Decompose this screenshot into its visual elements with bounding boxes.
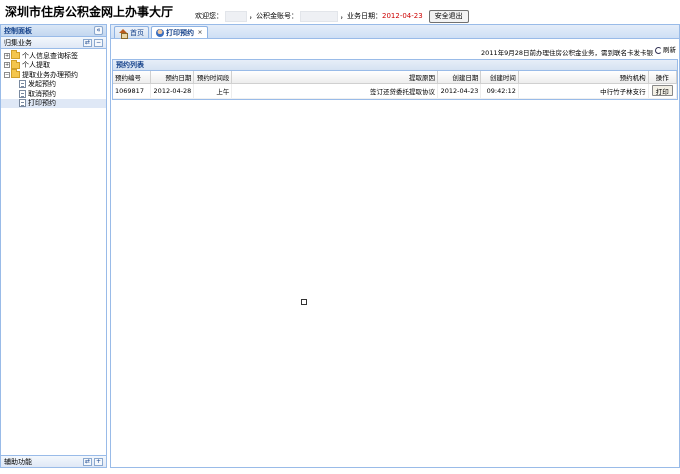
auxiliary-title: 辅助功能 xyxy=(4,457,32,466)
column-header[interactable]: 预约机构 xyxy=(518,71,649,84)
tab-label: 首页 xyxy=(130,28,144,37)
cell-action: 打印 xyxy=(648,83,678,99)
column-header[interactable]: 创建日期 xyxy=(437,71,482,84)
page-header: 深圳市住房公积金网上办事大厅 欢迎您： ，公积金账号： ，业务日期： 2012-… xyxy=(0,0,680,24)
account-label: ，公积金账号： xyxy=(249,12,298,20)
main-panel: 首页 打印预约 × 2011年9月28日前办理住房公积金业务，需到联名卡发卡银 … xyxy=(110,24,680,468)
cell-branch: 中行竹子林支行 xyxy=(518,83,649,99)
control-panel-title: 控制面板 xyxy=(4,26,32,35)
tree-item-withdrawal-appointment[interactable]: − 提取业务办理预约 xyxy=(1,69,106,80)
grid-title: 预约列表 xyxy=(113,60,677,71)
control-panel-header: 控制面板 « xyxy=(1,25,106,37)
collapse-sidebar-icon[interactable]: « xyxy=(94,26,103,35)
folder-open-icon xyxy=(11,69,20,79)
refresh-section-icon[interactable]: ⇄ xyxy=(83,457,92,466)
folder-icon xyxy=(11,50,20,60)
collapse-icon[interactable]: − xyxy=(4,71,10,78)
expand-section-icon[interactable]: + xyxy=(94,457,103,466)
tree-item-label: 取消预约 xyxy=(28,89,56,98)
cell-created-date: 2012-04-23 xyxy=(437,83,482,99)
column-header[interactable]: 预约时间段 xyxy=(193,71,233,84)
auxiliary-functions-header[interactable]: 辅助功能 ⇄ + xyxy=(1,455,106,467)
refresh-button[interactable]: 刷新 xyxy=(655,44,676,54)
tab-home[interactable]: 首页 xyxy=(114,26,149,39)
sidebar: 控制面板 « 归集业务 ⇄ − + 个人信息查询标签 + 个人提取 − 提取业务… xyxy=(0,24,107,468)
cell-appointment-period: 上午 xyxy=(193,83,233,99)
logout-button[interactable]: 安全退出 xyxy=(428,9,469,23)
tab-label: 打印预约 xyxy=(166,28,194,37)
app-title: 深圳市住房公积金网上办事大厅 xyxy=(5,5,174,19)
tree-item-label: 发起预约 xyxy=(28,80,56,89)
home-icon xyxy=(119,28,128,39)
column-header[interactable]: 预约编号 xyxy=(113,71,151,84)
document-icon xyxy=(19,99,26,108)
business-date-value: 2012-04-23 xyxy=(382,12,423,20)
table-header-row: 预约编号 预约日期 预约时间段 提取原因 创建日期 创建时间 预约机构 操作 xyxy=(113,71,678,84)
expand-icon[interactable]: + xyxy=(4,62,10,69)
tree-item-label: 打印预约 xyxy=(28,99,56,108)
cell-created-time: 09:42:12 xyxy=(480,83,519,99)
section-title: 归集业务 xyxy=(4,38,32,47)
print-button[interactable]: 打印 xyxy=(651,85,673,96)
tree-item-label: 个人信息查询标签 xyxy=(22,51,78,60)
account-number-value xyxy=(300,10,338,22)
tab-print-appointment[interactable]: 打印预约 × xyxy=(151,26,208,38)
tree-item-label: 提取业务办理预约 xyxy=(22,70,78,79)
cell-appointment-id: 1069817 xyxy=(113,83,151,99)
tree-item-start-appointment[interactable]: 发起预约 xyxy=(1,80,106,90)
welcome-label: 欢迎您： xyxy=(195,12,223,20)
checkbox-icon[interactable] xyxy=(301,299,307,305)
document-icon xyxy=(19,89,26,98)
business-date-label: ，业务日期： xyxy=(340,12,382,20)
document-icon xyxy=(19,80,26,89)
tree-item-cancel-appointment[interactable]: 取消预约 xyxy=(1,89,106,99)
tree-item-print-appointment[interactable]: 打印预约 xyxy=(1,98,106,108)
user-name-value xyxy=(225,10,247,22)
tree-item-label: 个人提取 xyxy=(22,61,50,70)
folder-icon xyxy=(11,59,20,69)
refresh-icon xyxy=(655,47,662,54)
refresh-section-icon[interactable]: ⇄ xyxy=(83,38,92,47)
refresh-label: 刷新 xyxy=(663,46,676,54)
column-header[interactable]: 提取原因 xyxy=(231,71,439,84)
column-header[interactable]: 创建时间 xyxy=(480,71,519,84)
section-header-collection[interactable]: 归集业务 ⇄ − xyxy=(1,37,106,49)
appointment-grid-panel: 预约列表 预约编号 预约日期 预约时间段 提取原因 创建日期 创建时间 预约机构… xyxy=(112,59,678,100)
tab-strip: 首页 打印预约 × xyxy=(111,25,679,39)
appointment-table: 预约编号 预约日期 预约时间段 提取原因 创建日期 创建时间 预约机构 操作 1… xyxy=(113,71,678,99)
nav-tree: + 个人信息查询标签 + 个人提取 − 提取业务办理预约 发起预约 取消预约 打… xyxy=(1,49,106,108)
cell-withdrawal-reason: 签订还贷委托提取协议 xyxy=(231,83,439,99)
expand-icon[interactable]: + xyxy=(4,52,10,59)
toolbar: 2011年9月28日前办理住房公积金业务，需到联名卡发卡银 刷新 xyxy=(111,39,679,59)
notice-text: 2011年9月28日前办理住房公积金业务，需到联名卡发卡银 xyxy=(481,49,653,57)
column-header[interactable]: 预约日期 xyxy=(150,71,195,84)
table-row[interactable]: 1069817 2012-04-28 上午 签订还贷委托提取协议 2012-04… xyxy=(113,83,678,99)
cell-appointment-date: 2012-04-28 xyxy=(150,83,195,99)
user-icon xyxy=(156,28,164,37)
collapse-section-icon[interactable]: − xyxy=(94,38,103,47)
close-icon[interactable]: × xyxy=(197,29,203,36)
column-header: 操作 xyxy=(648,71,678,84)
user-info-bar: 欢迎您： ，公积金账号： ，业务日期： 2012-04-23 安全退出 xyxy=(195,9,469,23)
